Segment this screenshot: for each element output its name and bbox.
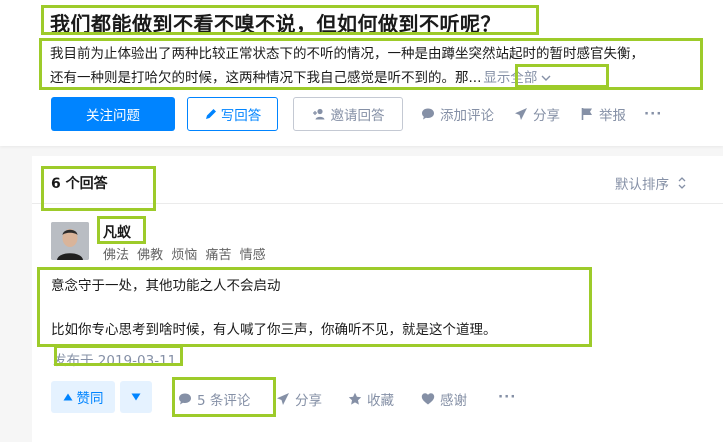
heart-icon [421, 393, 435, 405]
sort-label: 默认排序 [615, 177, 669, 193]
add-comment-action[interactable]: 添加评论 [421, 104, 494, 124]
triangle-down-icon [131, 393, 141, 401]
comments-action[interactable]: 5 条评论 [178, 389, 250, 409]
upvote-label: 赞同 [76, 391, 104, 407]
share-question-action[interactable]: 分享 [514, 104, 560, 124]
publish-date[interactable]: 发布于 2019-03-11 [53, 349, 176, 369]
sort-chevrons-icon [678, 177, 686, 189]
report-action[interactable]: 举报 [580, 104, 626, 124]
share-answer-label: 分享 [295, 393, 322, 409]
share-question-label: 分享 [533, 108, 560, 124]
add-comment-label: 添加评论 [440, 108, 494, 124]
question-actions: 关注问题 写回答 邀请回答 添加评论 分享 举报 ··· [51, 97, 662, 131]
share-answer-action[interactable]: 分享 [276, 389, 322, 409]
sort-dropdown[interactable]: 默认排序 [615, 173, 687, 193]
answer-more-button[interactable]: ··· [498, 389, 516, 405]
comment-bubble-icon [422, 108, 434, 120]
show-all-label: 显示全部 [483, 70, 538, 86]
answer-paragraph: 意念守于一处，其他功能之人不会启动 [51, 278, 281, 294]
author-tags: 佛法 佛教 烦恼 痛苦 情感 [103, 244, 270, 263]
comment-bubble-icon [179, 393, 191, 405]
write-answer-button[interactable]: 写回答 [187, 97, 278, 131]
avatar[interactable] [51, 222, 89, 260]
question-description-line-1: 我目前为止体验出了两种比较正常状态下的不听的情况，一种是由蹲坐突然站起时的暂时感… [50, 46, 644, 62]
more-options-button[interactable]: ··· [644, 106, 662, 122]
flag-icon [581, 108, 592, 120]
author-tag: 烦恼 [171, 248, 198, 263]
question-description-line-2: 还有一种则是打哈欠的时候，这两种情况下我自己感觉是听不到的。那... [50, 70, 482, 86]
comments-label: 5 条评论 [197, 393, 251, 409]
invite-answer-button[interactable]: 邀请回答 [293, 97, 403, 131]
answers-count: 6 个回答 [51, 176, 108, 192]
author-tag: 佛教 [137, 248, 164, 263]
show-all-link[interactable]: 显示全部 [483, 66, 551, 90]
author-name[interactable]: 凡蚁 [103, 222, 131, 242]
question-title: 我们都能做到不看不嗅不说，但如何做到不听呢？ [50, 12, 501, 36]
answer-body: 意念守于一处，其他功能之人不会启动 比如你专心思考到啥时候，有人喊了你三声，你确… [51, 275, 497, 341]
thanks-action[interactable]: 感谢 [421, 389, 467, 409]
question-description: 我目前为止体验出了两种比较正常状态下的不听的情况，一种是由蹲坐突然站起时的暂时感… [50, 42, 698, 90]
paper-plane-icon [515, 108, 527, 120]
upvote-button[interactable]: 赞同 [51, 381, 115, 413]
author-tag: 情感 [239, 248, 266, 263]
thanks-label: 感谢 [440, 393, 467, 409]
write-answer-label: 写回答 [220, 108, 262, 124]
star-icon [348, 392, 362, 405]
downvote-button[interactable] [120, 381, 152, 413]
author-tag: 佛法 [103, 248, 130, 263]
collect-action[interactable]: 收藏 [348, 389, 394, 409]
chevron-down-icon [541, 75, 551, 81]
author-tag: 痛苦 [205, 248, 232, 263]
avatar-portrait-icon [51, 222, 89, 260]
divider [32, 203, 723, 204]
collect-label: 收藏 [367, 393, 394, 409]
invite-answer-label: 邀请回答 [330, 108, 385, 124]
paper-plane-icon [277, 393, 289, 405]
answer-paragraph: 比如你专心思考到啥时候，有人喊了你三声，你确听不见，就是这个道理。 [51, 322, 497, 338]
follow-question-button[interactable]: 关注问题 [51, 97, 175, 131]
triangle-up-icon [63, 393, 72, 401]
report-label: 举报 [599, 108, 626, 124]
pencil-icon [205, 109, 216, 119]
add-user-icon [312, 108, 324, 120]
